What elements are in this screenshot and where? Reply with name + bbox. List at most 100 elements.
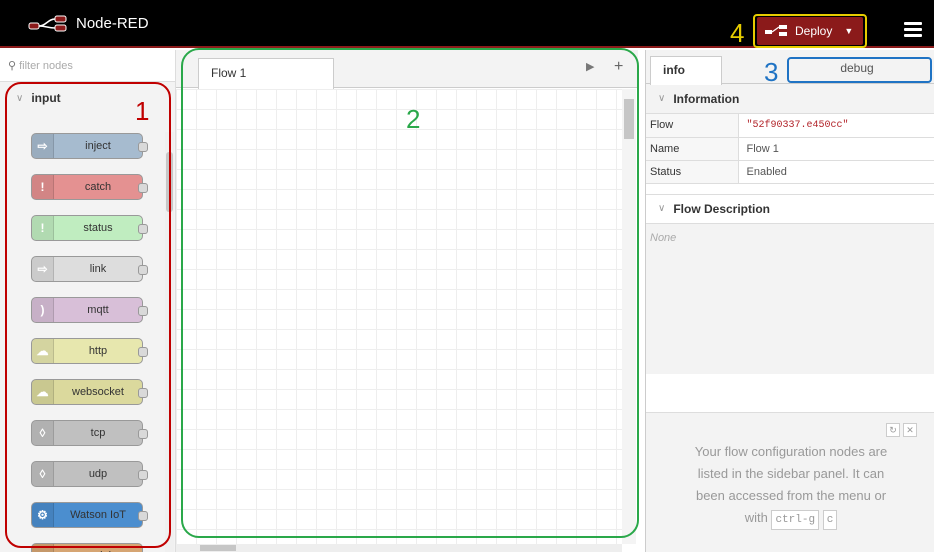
node-output-port[interactable]: [138, 265, 148, 275]
node-output-port[interactable]: [138, 511, 148, 521]
shortcut-key: c: [822, 510, 838, 530]
palette-node[interactable]: ◊ udp: [31, 461, 148, 487]
node-icon: ⚙: [32, 503, 54, 527]
node-label: http: [88, 345, 108, 357]
deploy-button[interactable]: Deploy ▼: [757, 17, 863, 45]
deploy-label: Deploy: [795, 24, 833, 38]
palette-node[interactable]: ☁ websocket: [31, 379, 148, 405]
node-output-port[interactable]: [138, 142, 148, 152]
node-icon: ◊: [32, 462, 54, 486]
information-section-header[interactable]: ∨ Information: [646, 84, 934, 114]
node-output-port[interactable]: [138, 388, 148, 398]
flow-description-title: Flow Description: [673, 201, 771, 216]
chevron-down-icon: ∨: [658, 203, 666, 214]
chevron-down-icon: ∨: [16, 92, 24, 104]
annotation-number-1: 1: [135, 96, 150, 126]
deploy-icon: [765, 25, 787, 36]
node-palette: ⚲ filter nodes ∨ input ⇨ inject! catch! sta…: [0, 50, 176, 552]
shortcut-key: ctrl-g: [771, 510, 820, 530]
help-line: Your flow configuration nodes are: [694, 444, 888, 459]
table-row: Name Flow 1: [646, 137, 934, 161]
tab-scroll-right-icon[interactable]: ▶: [586, 60, 594, 73]
info-key: Flow: [646, 114, 739, 138]
node-icon: ⊓: [32, 544, 54, 552]
filter-placeholder: filter nodes: [19, 59, 73, 72]
palette-node[interactable]: ) mqtt: [31, 297, 148, 323]
workspace-tab-bar: Flow 1 ▶ +: [176, 50, 638, 89]
node-icon: ☁: [32, 380, 54, 404]
node-label: mqtt: [87, 304, 109, 316]
flow-description-text: None: [646, 223, 934, 374]
palette-node[interactable]: ⚙ Watson IoT: [31, 502, 148, 528]
node-output-port[interactable]: [138, 224, 148, 234]
node-icon: ◊: [32, 421, 54, 445]
node-icon: ⇨: [32, 257, 54, 281]
palette-node[interactable]: ⇨ link: [31, 256, 148, 282]
palette-node[interactable]: ! status: [31, 215, 148, 241]
help-panel: ↻ ✕ Your flow configuration nodes are li…: [646, 412, 934, 552]
annotation-number-4: 4: [730, 18, 745, 48]
palette-node[interactable]: ⊓serial: [31, 543, 143, 552]
palette-node[interactable]: ⇨ inject: [31, 133, 148, 159]
info-key: Status: [646, 160, 739, 184]
help-line: been accessed from the menu or: [695, 488, 887, 503]
node-icon: !: [32, 175, 54, 199]
node-output-port[interactable]: [138, 183, 148, 193]
palette-node[interactable]: ! catch: [31, 174, 148, 200]
refresh-icon[interactable]: ↻: [886, 423, 900, 437]
node-label: websocket: [72, 386, 124, 398]
sidebar-tab-debug[interactable]: debug: [792, 56, 922, 80]
palette-node[interactable]: ◊ tcp: [31, 420, 148, 446]
info-table: Flow "52f90337.e450cc" Name Flow 1 Statu…: [646, 114, 934, 184]
annotation-number-2: 2: [406, 104, 421, 134]
tab-flow-1[interactable]: Flow 1: [198, 58, 334, 89]
info-value: Enabled: [738, 160, 934, 184]
annotation-number-3: 3: [764, 57, 779, 87]
workspace-vertical-scrollbar[interactable]: [622, 89, 636, 544]
node-label: link: [89, 263, 107, 275]
info-key: Name: [646, 137, 739, 161]
help-line: with ctrl-g c: [666, 507, 916, 530]
table-row: Flow "52f90337.e450cc": [646, 114, 934, 138]
search-icon: ⚲: [8, 60, 17, 72]
palette-node[interactable]: ☁ http: [31, 338, 148, 364]
node-icon: !: [32, 216, 54, 240]
info-value: "52f90337.e450cc": [738, 114, 934, 138]
sidebar-tab-bar: info debug: [646, 50, 934, 85]
information-title: Information: [673, 91, 740, 106]
node-icon: ): [32, 298, 54, 322]
node-label: udp: [88, 468, 108, 480]
node-label: tcp: [90, 427, 106, 439]
flow-description-section-header[interactable]: ∨ Flow Description: [646, 193, 934, 224]
flow-canvas[interactable]: [176, 89, 622, 544]
node-label: inject: [85, 140, 111, 152]
node-label: catch: [84, 181, 112, 193]
app-logo: Node-RED: [28, 14, 149, 32]
add-tab-icon[interactable]: +: [614, 58, 623, 76]
help-line: listed in the sidebar panel. It can: [697, 466, 885, 481]
info-value: Flow 1: [738, 137, 934, 161]
node-icon: ⇨: [32, 134, 54, 158]
table-row: Status Enabled: [646, 160, 934, 184]
palette-scrollbar[interactable]: [165, 132, 174, 552]
node-output-port[interactable]: [138, 347, 148, 357]
sidebar-tab-info[interactable]: info: [650, 56, 722, 85]
help-with: with: [744, 510, 768, 525]
palette-category-label: input: [31, 91, 61, 105]
node-label: status: [83, 222, 113, 234]
node-label: Watson IoT: [70, 509, 126, 521]
workspace-horizontal-scrollbar[interactable]: [176, 544, 622, 552]
app-title: Node-RED: [76, 14, 149, 32]
node-output-port[interactable]: [138, 306, 148, 316]
node-icon: ☁: [32, 339, 54, 363]
header-bar: Node-RED Deploy ▼: [0, 0, 934, 48]
close-icon[interactable]: ✕: [903, 423, 917, 437]
chevron-down-icon: ∨: [658, 93, 666, 104]
filter-nodes-input[interactable]: ⚲ filter nodes: [0, 50, 175, 82]
node-red-logo-icon: [28, 15, 67, 32]
node-output-port[interactable]: [138, 429, 148, 439]
hamburger-menu-icon[interactable]: [904, 22, 922, 38]
caret-down-icon[interactable]: ▼: [844, 26, 853, 36]
node-output-port[interactable]: [138, 470, 148, 480]
